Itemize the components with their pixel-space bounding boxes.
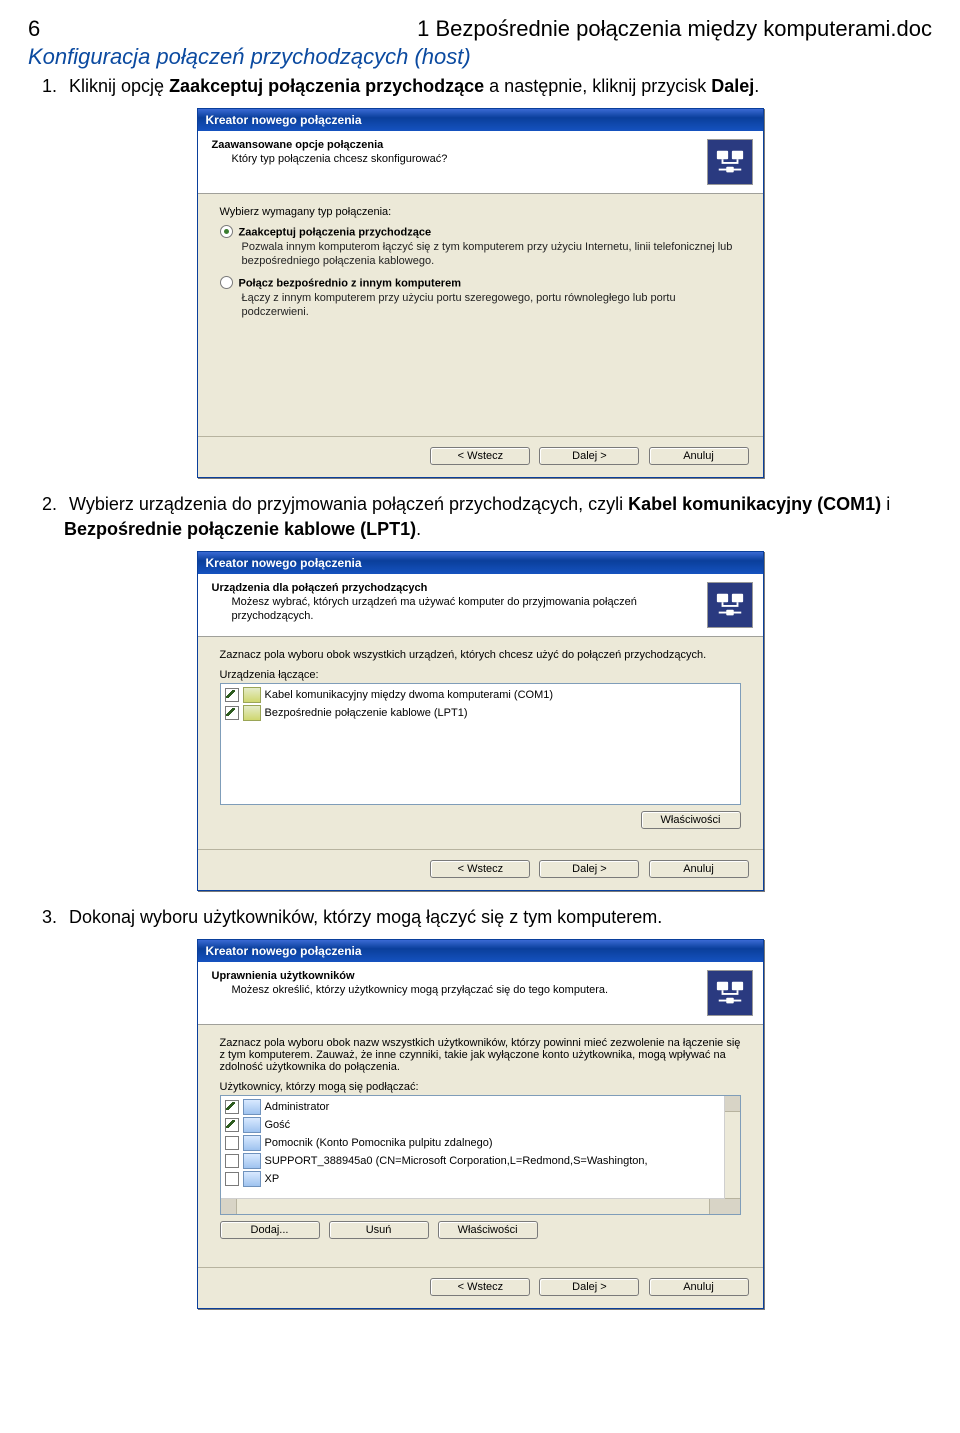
- wizard-header: Uprawnienia użytkowników Możesz określić…: [198, 962, 763, 1025]
- wizard-body: Zaznacz pola wyboru obok wszystkich urzą…: [198, 637, 763, 849]
- wizard-body: Wybierz wymagany typ połączenia: Zaakcep…: [198, 194, 763, 436]
- titlebar: Kreator nowego połączenia: [198, 940, 763, 962]
- list-item[interactable]: Bezpośrednie połączenie kablowe (LPT1): [225, 704, 736, 722]
- back-button[interactable]: < Wstecz: [430, 860, 530, 878]
- checkbox-icon[interactable]: [225, 1118, 239, 1132]
- list-item[interactable]: Administrator: [225, 1098, 722, 1116]
- back-button[interactable]: < Wstecz: [430, 447, 530, 465]
- list-item[interactable]: XP: [225, 1170, 722, 1188]
- wizard-dialog-2: Kreator nowego połączenia Urządzenia dla…: [197, 551, 764, 891]
- network-icon: [707, 970, 753, 1016]
- list-item[interactable]: SUPPORT_388945a0 (CN=Microsoft Corporati…: [225, 1152, 722, 1170]
- user-icon: [243, 1135, 261, 1151]
- wizard-footer: < Wstecz Dalej > Anuluj: [198, 849, 763, 890]
- wizard-heading: Urządzenia dla połączeń przychodzących: [212, 582, 753, 594]
- instruction-label: Zaznacz pola wyboru obok wszystkich urzą…: [220, 649, 741, 661]
- list-item[interactable]: Pomocnik (Konto Pomocnika pulpitu zdalne…: [225, 1134, 722, 1152]
- list-label: Urządzenia łączące:: [220, 669, 741, 681]
- user-icon: [243, 1117, 261, 1133]
- wizard-dialog-3: Kreator nowego połączenia Uprawnienia uż…: [197, 939, 764, 1309]
- cancel-button[interactable]: Anuluj: [649, 860, 749, 878]
- properties-button[interactable]: Właściwości: [641, 811, 741, 829]
- next-button[interactable]: Dalej >: [539, 447, 639, 465]
- doc-title: 1 Bezpośrednie połączenia między kompute…: [417, 16, 932, 42]
- cancel-button[interactable]: Anuluj: [649, 1278, 749, 1296]
- horizontal-scrollbar[interactable]: [221, 1198, 725, 1214]
- titlebar: Kreator nowego połączenia: [198, 109, 763, 131]
- checkbox-icon[interactable]: [225, 706, 239, 720]
- wizard-heading: Uprawnienia użytkowników: [212, 970, 753, 982]
- instruction-label: Zaznacz pola wyboru obok nazw wszystkich…: [220, 1037, 741, 1073]
- add-button[interactable]: Dodaj...: [220, 1221, 320, 1239]
- step-1: 1. Kliknij opcję Zaakceptuj połączenia p…: [64, 74, 932, 98]
- wizard-heading: Zaawansowane opcje połączenia: [212, 139, 753, 151]
- checkbox-icon[interactable]: [225, 1154, 239, 1168]
- checkbox-icon[interactable]: [225, 1136, 239, 1150]
- next-button[interactable]: Dalej >: [539, 860, 639, 878]
- vertical-scrollbar[interactable]: [724, 1096, 740, 1214]
- radio-accept-desc: Pozwala innym komputerom łączyć się z ty…: [242, 241, 741, 269]
- wizard-subheading: Możesz wybrać, których urządzeń ma używa…: [232, 596, 652, 624]
- radio-direct-desc: Łączy z innym komputerem przy użyciu por…: [242, 292, 741, 320]
- step-3: 3. Dokonaj wyboru użytkowników, którzy m…: [64, 905, 932, 929]
- wizard-body: Zaznacz pola wyboru obok nazw wszystkich…: [198, 1025, 763, 1267]
- wizard-header: Urządzenia dla połączeń przychodzących M…: [198, 574, 763, 637]
- next-button[interactable]: Dalej >: [539, 1278, 639, 1296]
- back-button[interactable]: < Wstecz: [430, 1278, 530, 1296]
- checkbox-icon[interactable]: [225, 1100, 239, 1114]
- titlebar: Kreator nowego połączenia: [198, 552, 763, 574]
- device-listbox[interactable]: Kabel komunikacyjny między dwoma kompute…: [220, 683, 741, 805]
- modem-icon: [243, 687, 261, 703]
- radio-accept-incoming[interactable]: Zaakceptuj połączenia przychodzące: [220, 226, 741, 239]
- radio-direct-connect[interactable]: Połącz bezpośrednio z innym komputerem: [220, 277, 741, 290]
- page-header: 6 1 Bezpośrednie połączenia między kompu…: [28, 16, 932, 42]
- user-icon: [243, 1099, 261, 1115]
- remove-button[interactable]: Usuń: [329, 1221, 429, 1239]
- prompt-label: Wybierz wymagany typ połączenia:: [220, 206, 741, 218]
- wizard-footer: < Wstecz Dalej > Anuluj: [198, 436, 763, 477]
- cancel-button[interactable]: Anuluj: [649, 447, 749, 465]
- page-number: 6: [28, 16, 40, 42]
- modem-icon: [243, 705, 261, 721]
- wizard-header: Zaawansowane opcje połączenia Który typ …: [198, 131, 763, 194]
- wizard-subheading: Możesz określić, którzy użytkownicy mogą…: [232, 984, 652, 998]
- wizard-footer: < Wstecz Dalej > Anuluj: [198, 1267, 763, 1308]
- checkbox-icon[interactable]: [225, 1172, 239, 1186]
- wizard-dialog-1: Kreator nowego połączenia Zaawansowane o…: [197, 108, 764, 478]
- checkbox-icon[interactable]: [225, 688, 239, 702]
- list-item[interactable]: Gość: [225, 1116, 722, 1134]
- list-label: Użytkownicy, którzy mogą się podłączać:: [220, 1081, 741, 1093]
- network-icon: [707, 582, 753, 628]
- user-icon: [243, 1171, 261, 1187]
- step-2: 2. Wybierz urządzenia do przyjmowania po…: [64, 492, 932, 541]
- user-icon: [243, 1153, 261, 1169]
- section-title: Konfiguracja połączeń przychodzących (ho…: [28, 44, 932, 70]
- user-listbox[interactable]: Administrator Gość Pomocnik (Konto Pomoc…: [220, 1095, 741, 1215]
- wizard-subheading: Który typ połączenia chcesz skonfigurowa…: [232, 153, 652, 167]
- properties-button[interactable]: Właściwości: [438, 1221, 538, 1239]
- list-item[interactable]: Kabel komunikacyjny między dwoma kompute…: [225, 686, 736, 704]
- network-icon: [707, 139, 753, 185]
